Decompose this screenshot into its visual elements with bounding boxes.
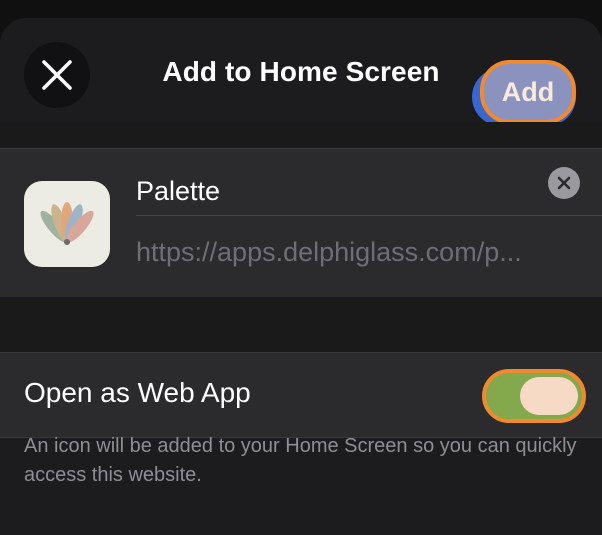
section-spacer bbox=[0, 297, 602, 352]
clear-name-button[interactable] bbox=[548, 167, 580, 199]
open-as-web-app-toggle[interactable] bbox=[482, 369, 586, 423]
add-to-home-sheet: Add to Home Screen Add Palette https://a… bbox=[0, 18, 602, 535]
field-divider bbox=[136, 215, 602, 216]
section-spacer bbox=[0, 122, 602, 148]
app-icon bbox=[24, 181, 110, 267]
sheet-header: Add to Home Screen Add bbox=[0, 18, 602, 126]
add-button-wrap: Add bbox=[470, 46, 582, 126]
app-url-field: https://apps.delphiglass.com/p... bbox=[136, 237, 522, 267]
add-button[interactable]: Add bbox=[480, 60, 576, 124]
app-name-field[interactable]: Palette bbox=[136, 167, 582, 215]
footnote-text: An icon will be added to your Home Scree… bbox=[24, 435, 577, 486]
app-details-group: Palette https://apps.delphiglass.com/p..… bbox=[0, 148, 602, 298]
clear-icon bbox=[557, 176, 571, 190]
open-as-web-app-label: Open as Web App bbox=[24, 377, 251, 408]
web-app-group: Open as Web App bbox=[0, 352, 602, 438]
toggle-knob bbox=[520, 377, 578, 415]
palette-fan-icon bbox=[40, 202, 94, 245]
